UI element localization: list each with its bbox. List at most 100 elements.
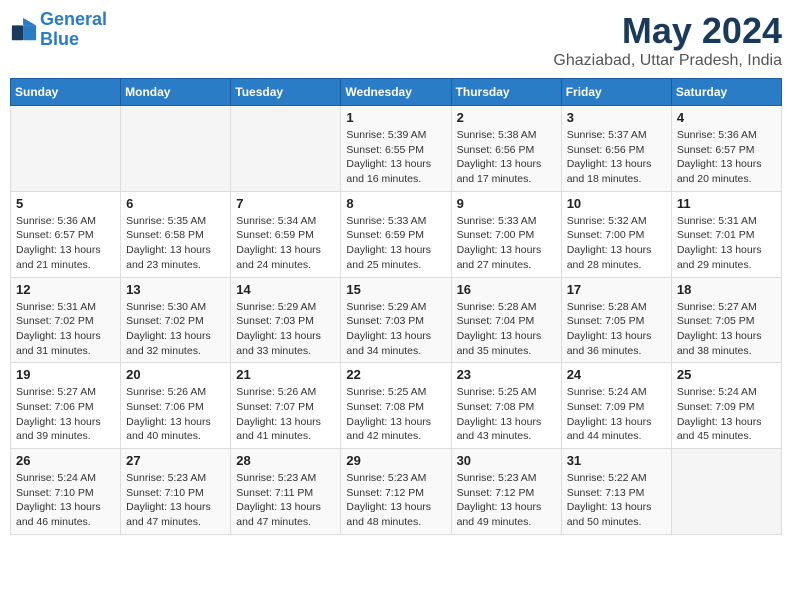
day-info-line: Daylight: 13 hours [567, 415, 666, 430]
column-header-thursday: Thursday [451, 79, 561, 106]
day-info-line: and 39 minutes. [16, 429, 115, 444]
calendar-body: 1Sunrise: 5:39 AMSunset: 6:55 PMDaylight… [11, 106, 782, 535]
page-header: General Blue May 2024 Ghaziabad, Uttar P… [10, 10, 782, 70]
column-header-wednesday: Wednesday [341, 79, 451, 106]
calendar-cell: 29Sunrise: 5:23 AMSunset: 7:12 PMDayligh… [341, 449, 451, 535]
calendar-cell: 28Sunrise: 5:23 AMSunset: 7:11 PMDayligh… [231, 449, 341, 535]
calendar-cell: 3Sunrise: 5:37 AMSunset: 6:56 PMDaylight… [561, 106, 671, 192]
day-info-line: and 34 minutes. [346, 344, 445, 359]
logo-icon [10, 16, 38, 44]
calendar-cell: 5Sunrise: 5:36 AMSunset: 6:57 PMDaylight… [11, 191, 121, 277]
day-info: Sunrise: 5:29 AMSunset: 7:03 PMDaylight:… [346, 300, 445, 359]
calendar-cell: 8 Sunrise: 5:33 AMSunset: 6:59 PMDaylight… [341, 191, 451, 277]
day-info-line: Sunset: 6:56 PM [457, 143, 556, 158]
day-number: 4 [677, 110, 776, 125]
day-info-line: Daylight: 13 hours [126, 243, 225, 258]
day-number: 14 [236, 282, 335, 297]
day-info-line: and 44 minutes. [567, 429, 666, 444]
day-info-line: and 29 minutes. [677, 258, 776, 273]
calendar-cell [121, 106, 231, 192]
day-info: Sunrise: 5:33 AMSunset: 7:00 PMDaylight:… [457, 214, 556, 273]
calendar-cell: 30 Sunrise: 5:23 AMSunset: 7:12 PMDayligh… [451, 449, 561, 535]
day-info-line: and 33 minutes. [236, 344, 335, 359]
day-info-line: Sunrise: 5:32 AM [567, 214, 666, 229]
day-info-line: Sunset: 7:09 PM [677, 400, 776, 415]
day-info-line: and 21 minutes. [16, 258, 115, 273]
day-number: 9 [457, 196, 556, 211]
day-info: Sunrise: 5:26 AMSunset: 7:07 PMDaylight:… [236, 385, 335, 444]
day-info-line: Sunrise: 5:24 AM [16, 471, 115, 486]
day-info-line: Sunset: 7:00 PM [457, 228, 556, 243]
day-info-line: and 16 minutes. [346, 172, 445, 187]
day-info-line: Sunrise: 5:36 AM [677, 128, 776, 143]
day-info-line: Sunset: 6:59 PM [346, 228, 445, 243]
day-info-line: Sunset: 7:01 PM [677, 228, 776, 243]
day-info-line: Daylight: 13 hours [346, 157, 445, 172]
day-info-line: Sunrise: 5:24 AM [677, 385, 776, 400]
day-info-line: Sunrise: 5:25 AM [346, 385, 445, 400]
day-number: 19 [16, 367, 115, 382]
calendar-cell: 27Sunrise: 5:23 AMSunset: 7:10 PMDayligh… [121, 449, 231, 535]
day-number: 30 [457, 453, 556, 468]
day-number: 21 [236, 367, 335, 382]
day-number: 23 [457, 367, 556, 382]
day-info: Sunrise: 5:31 AMSunset: 7:02 PMDaylight:… [16, 300, 115, 359]
day-info-line: Sunrise: 5:37 AM [567, 128, 666, 143]
day-number: 25 [677, 367, 776, 382]
day-info-line: Sunset: 7:12 PM [457, 486, 556, 501]
day-info-line: and 36 minutes. [567, 344, 666, 359]
day-info-line: Sunrise: 5:29 AM [346, 300, 445, 315]
day-info: Sunrise: 5:32 AMSunset: 7:00 PMDaylight:… [567, 214, 666, 273]
day-info: Sunrise: 5:35 AMSunset: 6:58 PMDaylight:… [126, 214, 225, 273]
day-info-line: and 40 minutes. [126, 429, 225, 444]
day-info: Sunrise: 5:30 AMSunset: 7:02 PMDaylight:… [126, 300, 225, 359]
day-info: Sunrise: 5:24 AMSunset: 7:09 PMDaylight:… [567, 385, 666, 444]
day-info-line: and 27 minutes. [457, 258, 556, 273]
day-number: 20 [126, 367, 225, 382]
day-info: Sunrise: 5:23 AMSunset: 7:12 PMDaylight:… [346, 471, 445, 530]
calendar-cell: 10Sunrise: 5:32 AMSunset: 7:00 PMDayligh… [561, 191, 671, 277]
day-info-line: Sunset: 7:13 PM [567, 486, 666, 501]
day-info: Sunrise: 5:22 AMSunset: 7:13 PMDaylight:… [567, 471, 666, 530]
calendar-cell: 13Sunrise: 5:30 AMSunset: 7:02 PMDayligh… [121, 277, 231, 363]
day-info-line: Sunrise: 5:33 AM [346, 214, 445, 229]
column-header-friday: Friday [561, 79, 671, 106]
day-info-line: Sunrise: 5:35 AM [126, 214, 225, 229]
day-info-line: Sunset: 7:12 PM [346, 486, 445, 501]
day-info-line: Daylight: 13 hours [457, 243, 556, 258]
day-info-line: Sunrise: 5:34 AM [236, 214, 335, 229]
day-number: 8 [346, 196, 445, 211]
day-info-line: and 48 minutes. [346, 515, 445, 530]
day-info-line: Sunrise: 5:26 AM [126, 385, 225, 400]
day-info-line: Daylight: 13 hours [677, 329, 776, 344]
day-info-line: Sunrise: 5:22 AM [567, 471, 666, 486]
column-header-sunday: Sunday [11, 79, 121, 106]
day-info-line: Sunset: 6:57 PM [16, 228, 115, 243]
day-info-line: Daylight: 13 hours [567, 500, 666, 515]
day-info-line: and 43 minutes. [457, 429, 556, 444]
day-number: 24 [567, 367, 666, 382]
day-info-line: Daylight: 13 hours [236, 415, 335, 430]
day-info-line: Daylight: 13 hours [236, 329, 335, 344]
calendar-cell: 31Sunrise: 5:22 AMSunset: 7:13 PMDayligh… [561, 449, 671, 535]
day-info: Sunrise: 5:23 AMSunset: 7:11 PMDaylight:… [236, 471, 335, 530]
calendar-cell: 20Sunrise: 5:26 AMSunset: 7:06 PMDayligh… [121, 363, 231, 449]
day-info: Sunrise: 5:23 AMSunset: 7:12 PMDaylight:… [457, 471, 556, 530]
calendar-cell: 1Sunrise: 5:39 AMSunset: 6:55 PMDaylight… [341, 106, 451, 192]
day-info: Sunrise: 5:25 AMSunset: 7:08 PMDaylight:… [346, 385, 445, 444]
day-number: 1 [346, 110, 445, 125]
title-section: May 2024 Ghaziabad, Uttar Pradesh, India [553, 10, 782, 70]
calendar-cell: 7Sunrise: 5:34 AMSunset: 6:59 PMDaylight… [231, 191, 341, 277]
calendar-cell: 19Sunrise: 5:27 AMSunset: 7:06 PMDayligh… [11, 363, 121, 449]
day-info: Sunrise: 5:28 AMSunset: 7:05 PMDaylight:… [567, 300, 666, 359]
day-number: 6 [126, 196, 225, 211]
day-info-line: Daylight: 13 hours [346, 243, 445, 258]
day-info-line: Daylight: 13 hours [457, 415, 556, 430]
day-info-line: Sunrise: 5:23 AM [236, 471, 335, 486]
day-info-line: and 41 minutes. [236, 429, 335, 444]
day-info-line: Daylight: 13 hours [236, 243, 335, 258]
day-info-line: Sunset: 6:59 PM [236, 228, 335, 243]
calendar-table: SundayMondayTuesdayWednesdayThursdayFrid… [10, 78, 782, 535]
day-info-line: Sunset: 7:02 PM [126, 314, 225, 329]
day-info-line: Sunset: 7:07 PM [236, 400, 335, 415]
